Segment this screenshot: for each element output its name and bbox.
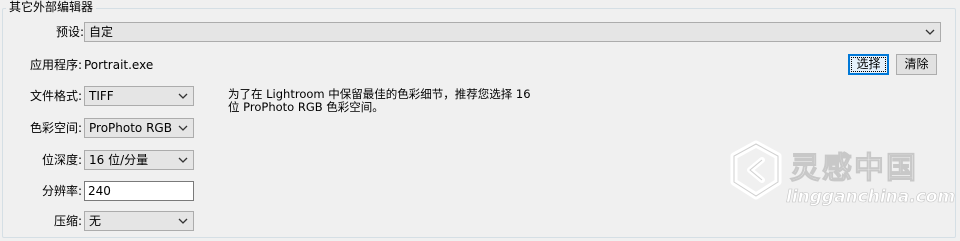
info-text-line1: 为了在 Lightroom 中保留最佳的色彩细节，推荐您选择 16 — [228, 87, 531, 101]
info-text-line2: 位 ProPhoto RGB 色彩空间。 — [228, 100, 384, 114]
chevron-down-icon — [178, 218, 188, 224]
chevron-down-icon — [925, 29, 935, 35]
color-space-dropdown[interactable]: ProPhoto RGB — [84, 118, 194, 138]
preset-dropdown[interactable]: 自定 — [84, 22, 941, 42]
bit-depth-value: 16 位/分量 — [89, 153, 149, 167]
file-format-label: 文件格式: — [29, 89, 82, 103]
group-title: 其它外部编辑器 — [6, 0, 97, 14]
color-space-label: 色彩空间: — [29, 121, 82, 135]
file-format-dropdown[interactable]: TIFF — [84, 86, 194, 106]
bit-depth-dropdown[interactable]: 16 位/分量 — [84, 150, 194, 170]
compression-value: 无 — [89, 214, 102, 228]
application-label: 应用程序: — [29, 58, 82, 72]
chevron-down-icon — [178, 157, 188, 163]
choose-button[interactable]: 选择 — [848, 54, 889, 75]
chevron-down-icon — [178, 93, 188, 99]
preset-label: 预设: — [55, 25, 84, 39]
watermark-logo-icon — [730, 140, 782, 200]
focus-ring — [851, 57, 886, 72]
compression-dropdown[interactable]: 无 — [84, 211, 194, 231]
resolution-value: 240 — [88, 184, 111, 198]
bit-depth-label: 位深度: — [41, 153, 82, 167]
clear-button[interactable]: 清除 — [896, 54, 937, 75]
watermark-subtitle: lingganchina.com — [786, 187, 956, 208]
compression-label: 压缩: — [53, 214, 82, 228]
resolution-label: 分辨率: — [41, 184, 82, 198]
chevron-down-icon — [178, 125, 188, 131]
preset-value: 自定 — [89, 25, 114, 39]
color-space-value: ProPhoto RGB — [89, 121, 172, 135]
watermark-title: 灵感中国 — [790, 151, 918, 187]
resolution-input[interactable]: 240 — [84, 181, 194, 201]
clear-button-label: 清除 — [904, 57, 929, 71]
file-format-value: TIFF — [89, 89, 114, 103]
application-path: Portrait.exe — [84, 58, 154, 72]
